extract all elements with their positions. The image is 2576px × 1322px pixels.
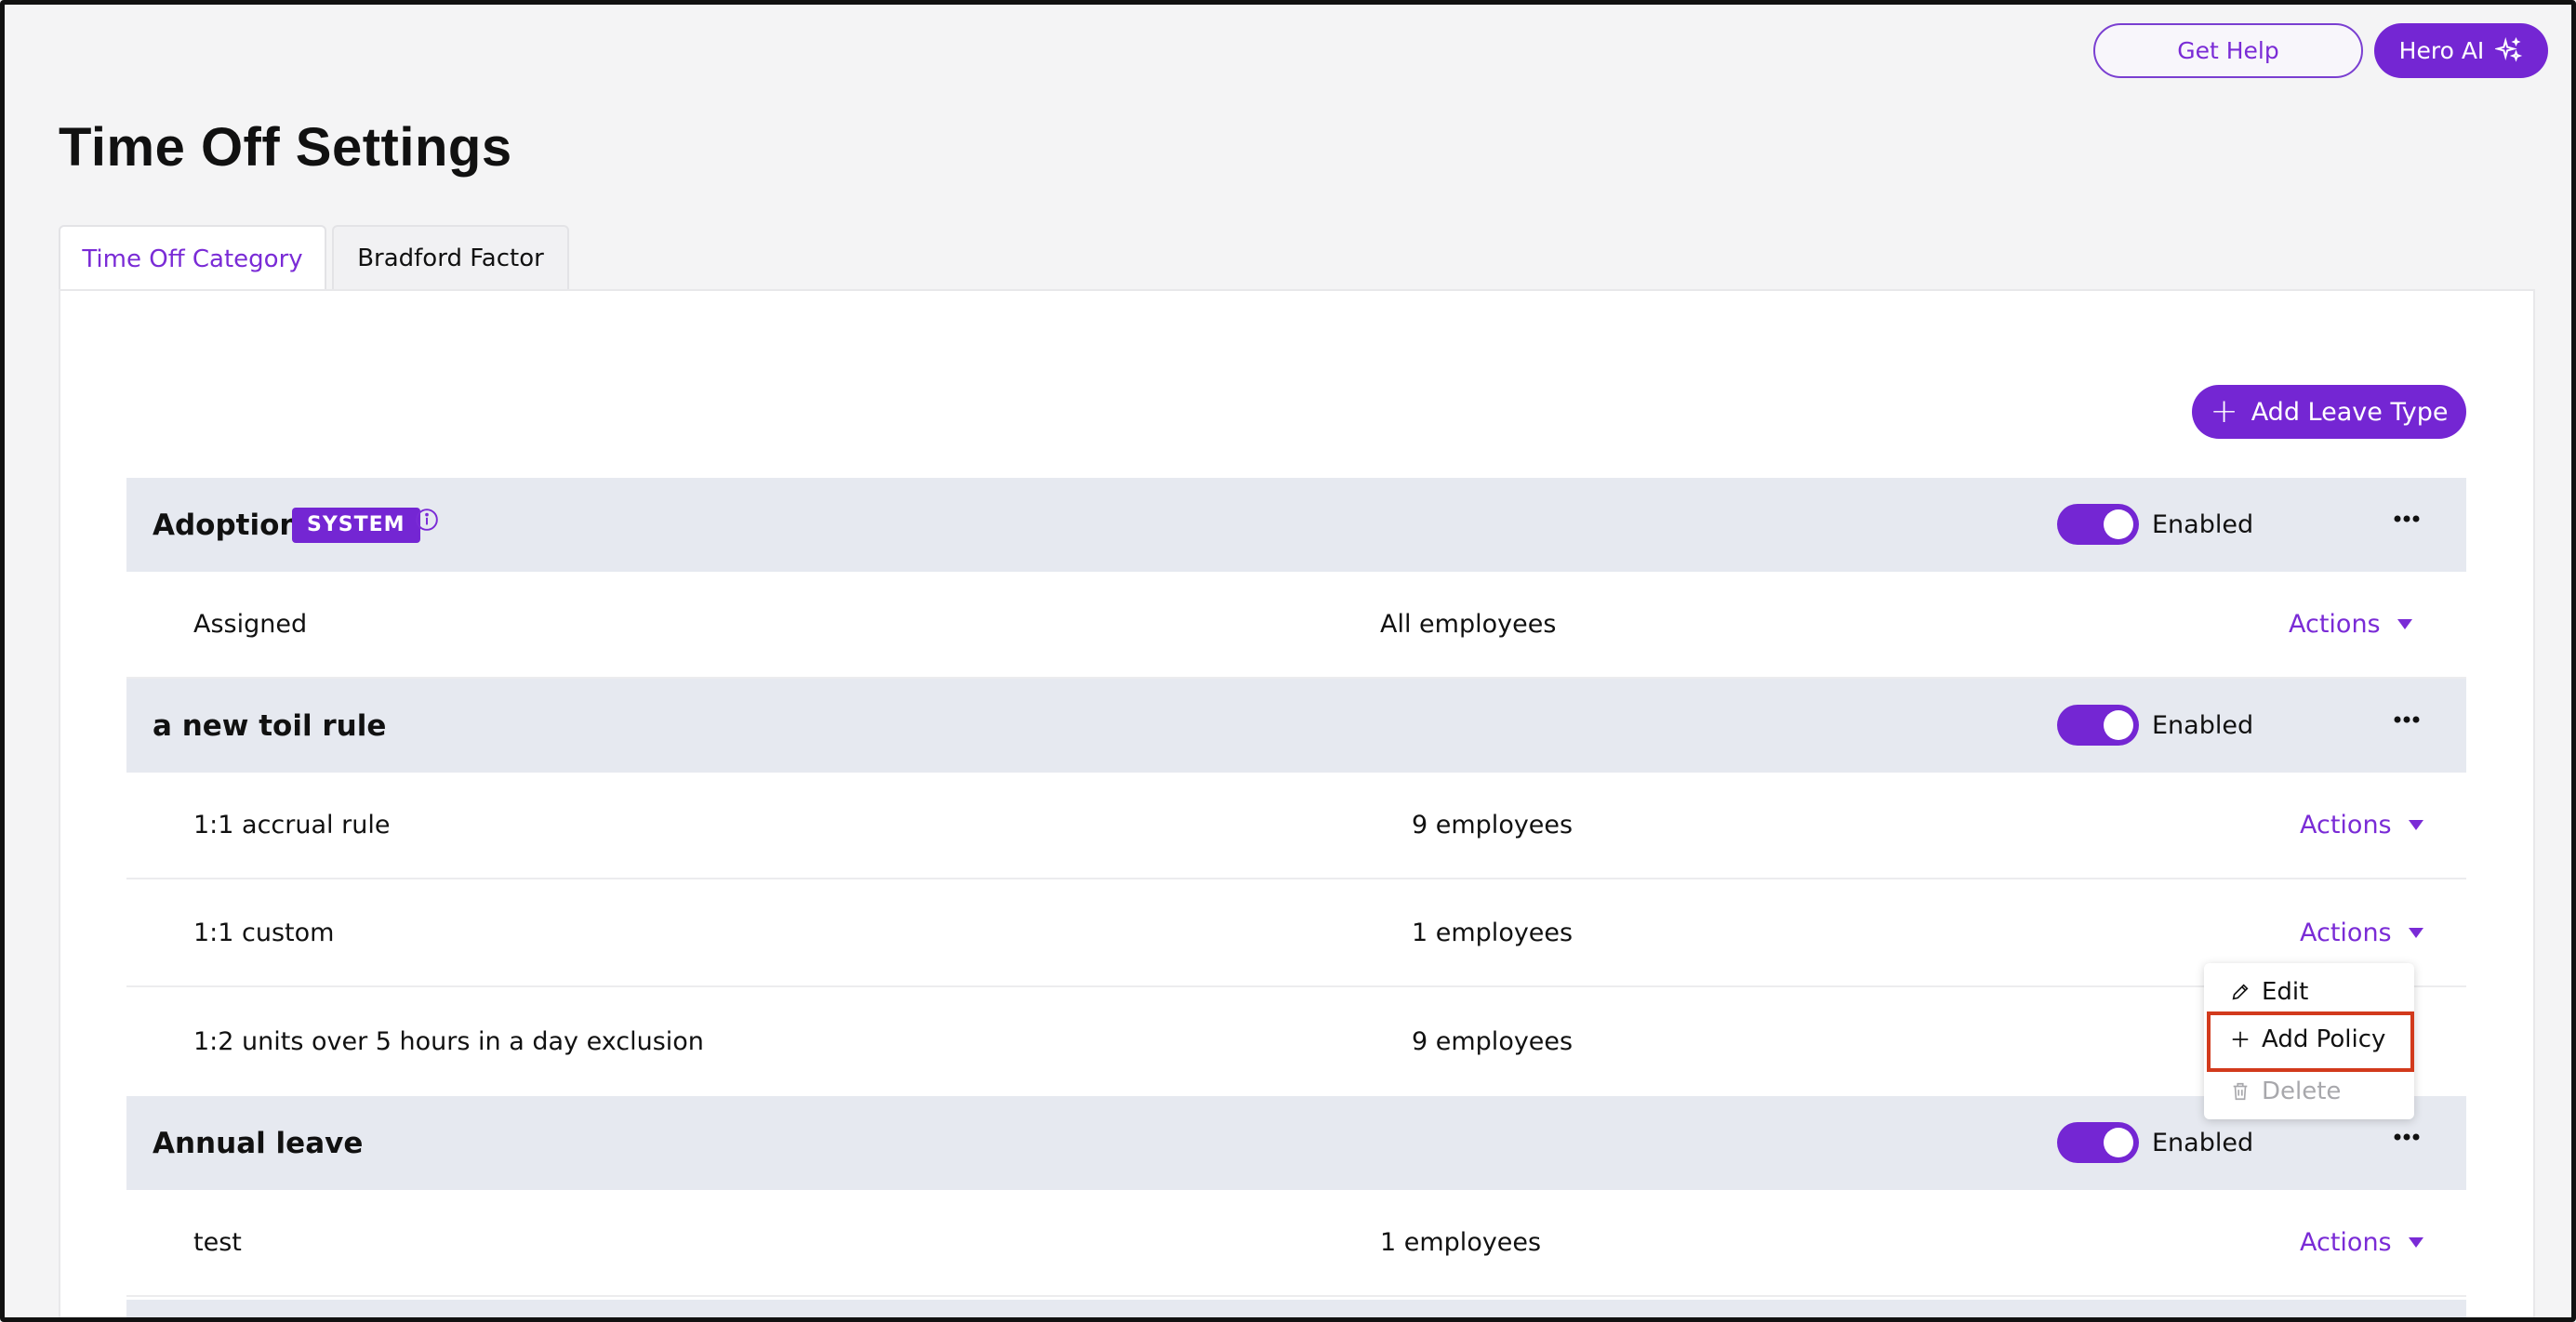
menu-item-delete: Delete <box>2204 1066 2414 1117</box>
hero-ai-label: Hero AI <box>2398 37 2485 64</box>
plus-icon <box>2232 1031 2249 1048</box>
actions-label: Actions <box>2289 610 2381 639</box>
more-options-icon[interactable] <box>2386 1117 2427 1157</box>
caret-down-icon <box>2408 820 2423 830</box>
group-row-adoption: Adoption SYSTEM Enabled <box>126 478 2466 572</box>
group-row-annual-leave: Annual leave Enabled <box>126 1096 2466 1190</box>
trash-icon <box>2233 1082 2248 1101</box>
toggle-label: Enabled <box>2152 510 2254 539</box>
policy-employee-count: 1 employees <box>1412 919 1573 947</box>
menu-item-edit[interactable]: Edit <box>2204 967 2414 1017</box>
system-badge: SYSTEM <box>292 507 420 543</box>
policy-employee-count: 9 employees <box>1412 811 1573 839</box>
menu-item-label: Edit <box>2262 978 2309 1006</box>
add-leave-type-button[interactable]: + Add Leave Type <box>2192 385 2466 439</box>
menu-item-label: Delete <box>2262 1077 2342 1105</box>
plus-icon: + <box>2210 392 2238 430</box>
get-help-label: Get Help <box>2177 37 2279 64</box>
group-name: Annual leave <box>153 1126 364 1160</box>
actions-label: Actions <box>2300 811 2392 839</box>
policy-row: 1:2 units over 5 hours in a day exclusio… <box>126 988 2466 1095</box>
more-options-icon[interactable] <box>2386 498 2427 539</box>
add-leave-type-label: Add Leave Type <box>2251 397 2449 427</box>
toggle-label: Enabled <box>2152 711 2254 740</box>
policy-row: 1:1 custom 1 employees Actions <box>126 880 2466 987</box>
actions-dropdown[interactable]: Actions <box>2300 773 2423 878</box>
policy-name: 1:1 accrual rule <box>193 811 391 839</box>
policy-name: 1:1 custom <box>193 919 335 947</box>
more-options-icon[interactable] <box>2386 699 2427 740</box>
actions-menu: Edit Add Policy Delete <box>2204 963 2414 1119</box>
actions-dropdown[interactable]: Actions <box>2300 1190 2423 1295</box>
actions-label: Actions <box>2300 919 2392 947</box>
group-name: Adoption <box>153 508 300 542</box>
menu-item-label: Add Policy <box>2262 1025 2386 1053</box>
caret-down-icon <box>2408 928 2423 938</box>
policy-name: test <box>193 1228 242 1257</box>
tab-time-off-category[interactable]: Time Off Category <box>59 225 326 292</box>
policy-employee-count: 9 employees <box>1412 1027 1573 1056</box>
info-icon[interactable] <box>415 508 439 532</box>
actions-label: Actions <box>2300 1228 2392 1257</box>
policy-row: Assigned All employees Actions <box>126 572 2466 679</box>
group-row-toil: a new toil rule Enabled <box>126 679 2466 773</box>
policy-row: 1:1 accrual rule 9 employees Actions <box>126 773 2466 879</box>
next-group-row <box>126 1300 2466 1322</box>
policy-employee-count: All employees <box>1380 610 1557 639</box>
toggle-label: Enabled <box>2152 1129 2254 1157</box>
caret-down-icon <box>2397 619 2412 629</box>
policy-name: 1:2 units over 5 hours in a day exclusio… <box>193 1027 704 1056</box>
enabled-toggle[interactable] <box>2057 705 2139 746</box>
get-help-button[interactable]: Get Help <box>2093 23 2363 78</box>
toggle-knob <box>2104 710 2133 740</box>
enabled-toggle[interactable] <box>2057 504 2139 545</box>
policy-name: Assigned <box>193 610 308 639</box>
pencil-icon <box>2232 984 2249 1000</box>
enabled-toggle[interactable] <box>2057 1122 2139 1163</box>
toggle-knob <box>2104 1128 2133 1157</box>
actions-dropdown[interactable]: Actions <box>2289 572 2412 677</box>
page-title: Time Off Settings <box>59 117 512 178</box>
group-name: a new toil rule <box>153 708 387 743</box>
toggle-knob <box>2104 509 2133 539</box>
sparkle-icon <box>2495 36 2523 62</box>
menu-item-add-policy[interactable]: Add Policy <box>2204 1014 2414 1064</box>
tab-bradford-factor[interactable]: Bradford Factor <box>332 225 569 290</box>
policy-employee-count: 1 employees <box>1380 1228 1542 1257</box>
hero-ai-button[interactable]: Hero AI <box>2374 23 2548 78</box>
caret-down-icon <box>2408 1237 2423 1248</box>
policy-row: test 1 employees Actions <box>126 1190 2466 1297</box>
